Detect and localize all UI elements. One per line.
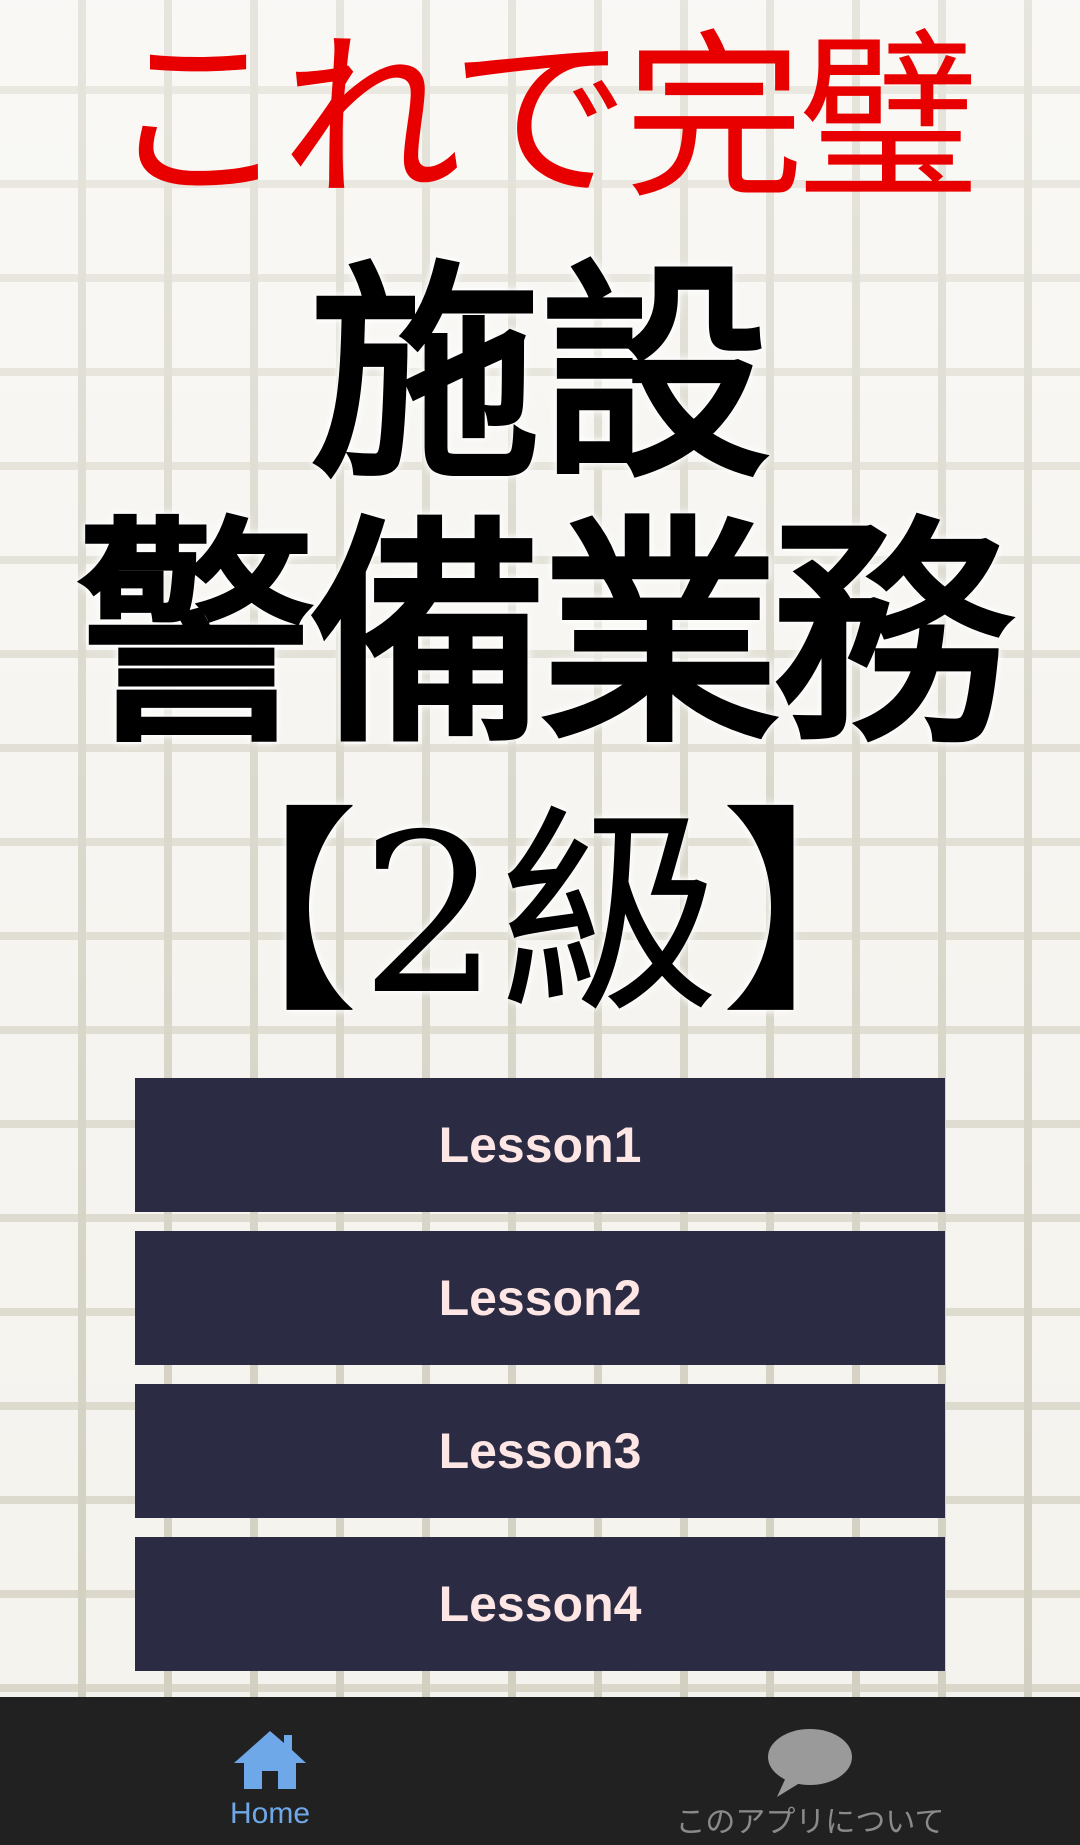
lesson-3-button[interactable]: Lesson3 [135,1384,945,1518]
home-icon [230,1727,310,1797]
title-line-1: 施設 [309,240,770,510]
nav-home[interactable]: Home [0,1697,540,1845]
title-line-3: 【2級】 [140,787,940,1043]
title-line-2: 警備業務 [75,494,1012,776]
app-screen: これで完璧 施設 警備業務 【2級】 Lesson1 Lesson2 Lesso… [0,0,1080,1845]
chat-bubble-icon [765,1727,855,1803]
nav-about[interactable]: このアプリについて [540,1697,1080,1845]
lesson-list: Lesson1 Lesson2 Lesson3 Lesson4 [135,1078,945,1690]
lesson-4-button[interactable]: Lesson4 [135,1537,945,1671]
lesson-1-button[interactable]: Lesson1 [135,1078,945,1212]
nav-about-label: このアプリについて [675,1806,945,1839]
tagline: これで完璧 [107,15,979,224]
bottom-navigation: Home このアプリについて [0,1697,1080,1845]
lesson-2-button[interactable]: Lesson2 [135,1231,945,1365]
nav-home-label: Home [229,1797,311,1830]
